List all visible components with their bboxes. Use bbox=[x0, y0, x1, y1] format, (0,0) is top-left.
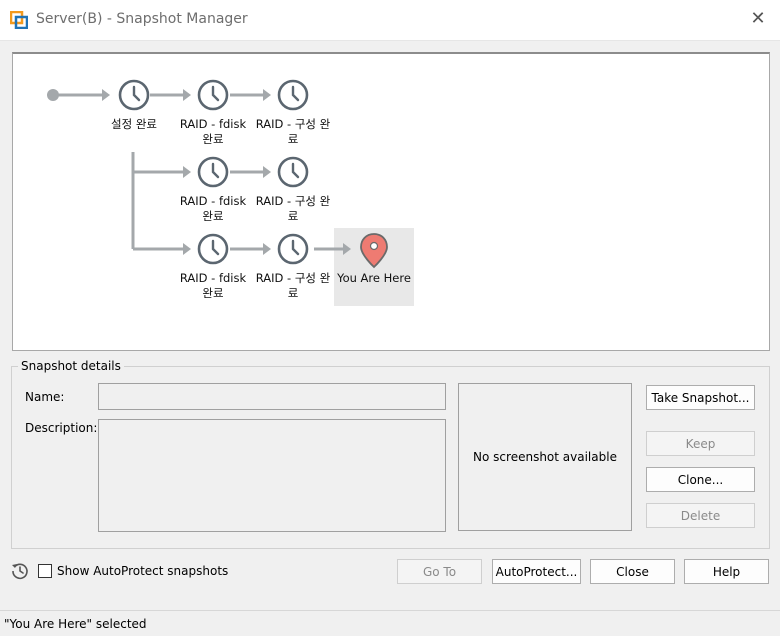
snapshot-label: RAID - fdisk 완료 bbox=[179, 271, 247, 300]
snapshot-label: RAID - fdisk 완료 bbox=[179, 117, 247, 146]
autoprotect-history-icon bbox=[12, 563, 28, 580]
show-autoprotect-checkbox[interactable] bbox=[38, 564, 52, 578]
name-field[interactable] bbox=[98, 383, 446, 410]
screenshot-preview: No screenshot available bbox=[458, 383, 632, 531]
status-text: "You Are Here" selected bbox=[4, 617, 147, 631]
snapshot-tree[interactable]: 설정 완료 RAID - fdisk 완료 RAID - 구성 완료 RAID … bbox=[12, 52, 770, 351]
title-bar: Server(B) - Snapshot Manager ✕ bbox=[0, 0, 780, 41]
snapshot-clock-icon[interactable] bbox=[118, 79, 150, 111]
name-label: Name: bbox=[25, 390, 65, 404]
snapshot-label: RAID - 구성 완료 bbox=[255, 271, 331, 300]
snapshot-label: RAID - 구성 완료 bbox=[255, 117, 331, 146]
keep-button[interactable]: Keep bbox=[646, 431, 755, 456]
snapshot-clock-icon[interactable] bbox=[277, 156, 309, 188]
vmware-app-icon bbox=[10, 11, 28, 29]
help-button[interactable]: Help bbox=[684, 559, 769, 584]
take-snapshot-button[interactable]: Take Snapshot... bbox=[646, 385, 755, 410]
snapshot-label: 설정 완료 bbox=[111, 117, 157, 131]
snapshot-details-title: Snapshot details bbox=[18, 359, 124, 373]
snapshot-label: RAID - 구성 완료 bbox=[255, 194, 331, 223]
snapshot-clock-icon[interactable] bbox=[197, 156, 229, 188]
preview-text: No screenshot available bbox=[473, 450, 617, 464]
location-pin-icon[interactable] bbox=[360, 233, 388, 269]
status-bar: "You Are Here" selected bbox=[0, 610, 780, 636]
autoprotect-button[interactable]: AutoProtect... bbox=[492, 559, 581, 584]
snapshot-tree-graph bbox=[47, 79, 388, 269]
snapshot-label: RAID - fdisk 완료 bbox=[179, 194, 247, 223]
snapshot-clock-icon[interactable] bbox=[277, 233, 309, 265]
snapshot-clock-icon[interactable] bbox=[197, 233, 229, 265]
window-title: Server(B) - Snapshot Manager bbox=[36, 11, 248, 27]
snapshot-clock-icon[interactable] bbox=[197, 79, 229, 111]
go-to-button[interactable]: Go To bbox=[397, 559, 482, 584]
show-autoprotect-label[interactable]: Show AutoProtect snapshots bbox=[57, 564, 228, 578]
description-label: Description: bbox=[25, 421, 98, 435]
clone-button[interactable]: Clone... bbox=[646, 467, 755, 492]
delete-button[interactable]: Delete bbox=[646, 503, 755, 528]
snapshot-clock-icon[interactable] bbox=[277, 79, 309, 111]
close-button[interactable]: Close bbox=[590, 559, 675, 584]
close-window-icon[interactable]: ✕ bbox=[748, 9, 768, 29]
description-field[interactable] bbox=[98, 419, 446, 532]
you-are-here-label: You Are Here bbox=[337, 271, 411, 285]
